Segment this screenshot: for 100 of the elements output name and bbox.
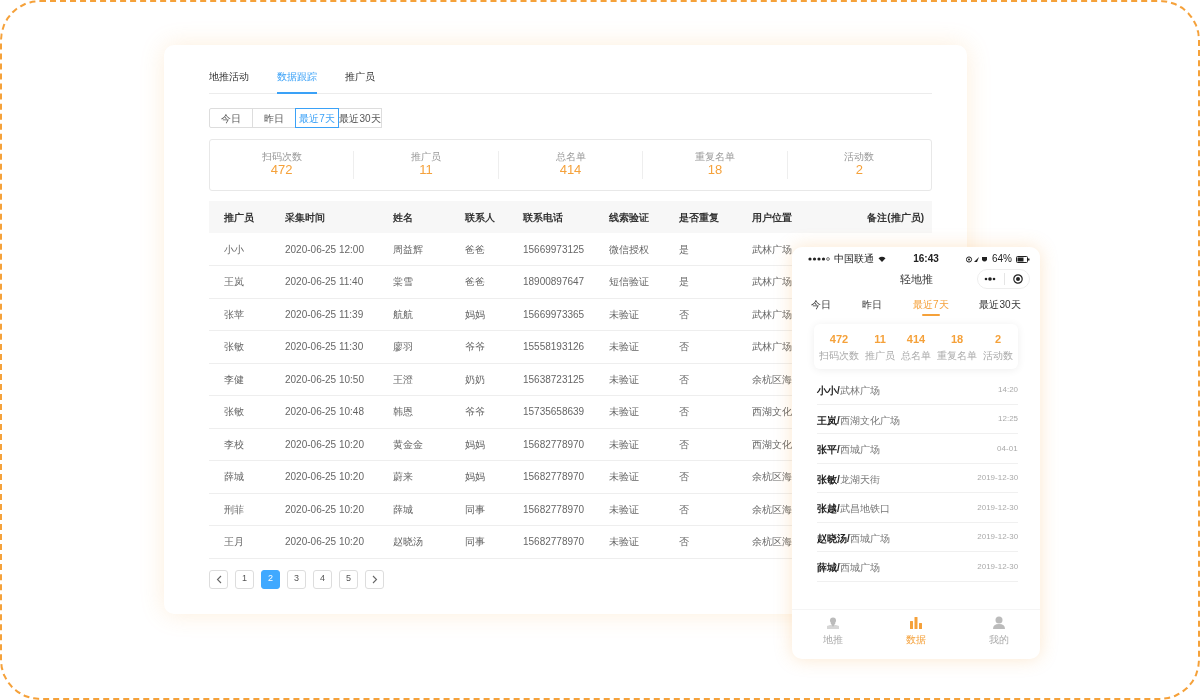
table-cell: 爷爷 — [450, 330, 508, 363]
table-cell: 2020-06-25 10:20 — [270, 525, 378, 558]
table-cell: 15669973365 — [508, 298, 594, 331]
stat-value: 472 — [270, 162, 293, 179]
table-cell: 同事 — [450, 493, 508, 526]
stat-value: 472 — [829, 334, 849, 345]
app-title: 轻地推 — [899, 271, 933, 287]
stat-label: 重复名单 — [937, 351, 977, 361]
record-time: 2019-12-30 — [977, 501, 1018, 514]
date-range-button[interactable]: 昨日 — [252, 108, 296, 128]
table-cell: 薛城 — [209, 460, 270, 493]
table-cell: 薛城 — [378, 493, 450, 526]
table-cell: 否 — [664, 428, 737, 461]
record-place: 西城广场 — [839, 444, 880, 456]
table-cell: 航航 — [378, 298, 450, 331]
table-cell: 否 — [664, 395, 737, 428]
tab[interactable]: 昨日 — [862, 295, 883, 316]
table-cell: 王岚 — [209, 265, 270, 298]
table-cell: 是 — [664, 233, 737, 266]
stat-label: 总名单 — [555, 151, 586, 163]
table-cell: 张敏 — [209, 330, 270, 363]
table-cell: 否 — [664, 298, 737, 331]
page-button[interactable]: 1 — [235, 569, 254, 589]
tab[interactable]: 地推活动 — [209, 63, 249, 94]
table-cell: 妈妈 — [450, 298, 508, 331]
table-cell: 15682778970 — [508, 428, 594, 461]
table-cell: 15682778970 — [508, 525, 594, 558]
stat-value: 414 — [559, 162, 582, 179]
table-cell: 爸爸 — [450, 233, 508, 266]
table-cell: 2020-06-25 10:50 — [270, 363, 378, 396]
table-cell: 王月 — [209, 525, 270, 558]
column-header: 线索验证 — [594, 201, 664, 233]
stat-value: 2 — [994, 334, 1002, 345]
table-cell: 2020-06-25 10:48 — [270, 395, 378, 428]
table-cell: 2020-06-25 11:30 — [270, 330, 378, 363]
column-header: 联系电话 — [508, 201, 594, 233]
table-cell: 否 — [664, 525, 737, 558]
table-cell: 未验证 — [594, 298, 664, 331]
table-cell: 黄金金 — [378, 428, 450, 461]
column-header: 备注(推广员) — [832, 201, 932, 233]
table-cell: 2020-06-25 12:00 — [270, 233, 378, 266]
table-cell: 李健 — [209, 363, 270, 396]
table-cell: 是 — [664, 265, 737, 298]
record-place: 西城广场 — [849, 532, 890, 544]
record-time: 2019-12-30 — [977, 472, 1018, 484]
table-cell: 棠雪 — [378, 265, 450, 298]
stat-value: 2 — [855, 162, 863, 179]
table-cell: 未验证 — [594, 330, 664, 363]
table-cell: 15735658639 — [508, 395, 594, 428]
record-time: 12:25 — [997, 413, 1018, 425]
table-cell: 妈妈 — [450, 460, 508, 493]
battery-percentage: 64% — [992, 254, 1012, 264]
table-cell: 未验证 — [594, 395, 664, 428]
record-place: 西城广场 — [839, 562, 880, 574]
stat-value: 11 — [419, 162, 433, 179]
column-header: 推广员 — [209, 201, 270, 233]
record-place: 武林广场 — [839, 385, 880, 397]
column-header: 用户位置 — [737, 201, 832, 233]
page-button[interactable]: 5 — [339, 569, 358, 589]
stat-value: 18 — [707, 162, 723, 179]
column-header: 是否重复 — [664, 201, 737, 233]
column-header: 联系人 — [450, 201, 508, 233]
stat-label: 活动数 — [983, 351, 1013, 361]
stat-label: 推广员 — [411, 151, 442, 163]
table-cell: 爷爷 — [450, 395, 508, 428]
table-cell: 短信验证 — [594, 265, 664, 298]
table-cell: 张敏 — [209, 395, 270, 428]
page-button[interactable]: 3 — [287, 569, 306, 589]
table-cell: 2020-06-25 11:40 — [270, 265, 378, 298]
tab[interactable]: 推广员 — [345, 63, 375, 94]
table-cell: 未验证 — [594, 525, 664, 558]
table-cell: 18900897647 — [508, 265, 594, 298]
table-cell: 15682778970 — [508, 460, 594, 493]
record-name: 薛城/ — [817, 562, 840, 574]
tab[interactable]: 最近30天 — [979, 295, 1021, 316]
table-cell: 未验证 — [594, 460, 664, 493]
table-cell: 未验证 — [594, 493, 664, 526]
stat-label: 重复名单 — [694, 151, 735, 163]
record-place: 龙湖天街 — [839, 473, 880, 485]
date-range-button[interactable]: 今日 — [209, 108, 253, 128]
record-time: 14:20 — [997, 383, 1018, 396]
table-cell: 否 — [664, 330, 737, 363]
stat-value: 18 — [950, 334, 964, 345]
stat-label: 扫码次数 — [261, 151, 302, 163]
stat-value: 11 — [874, 334, 886, 345]
stat-label: 推广员 — [865, 351, 895, 361]
date-range-button[interactable]: 最近30天 — [338, 108, 382, 128]
table-cell: 刑菲 — [209, 493, 270, 526]
carrier-name: 中国联通 — [834, 254, 874, 264]
table-cell: 韩恩 — [378, 395, 450, 428]
table-cell: 张苹 — [209, 298, 270, 331]
table-cell: 周益辉 — [378, 233, 450, 266]
stat-value: 414 — [906, 334, 926, 345]
tab[interactable]: 今日 — [811, 295, 832, 316]
record-place: 武昌地铁口 — [839, 503, 890, 515]
record-time: 2019-12-30 — [977, 560, 1018, 573]
page-button[interactable]: 4 — [313, 569, 332, 589]
table-cell: 小小 — [209, 233, 270, 266]
table-cell: 赵晓汤 — [378, 525, 450, 558]
table-cell: 李校 — [209, 428, 270, 461]
